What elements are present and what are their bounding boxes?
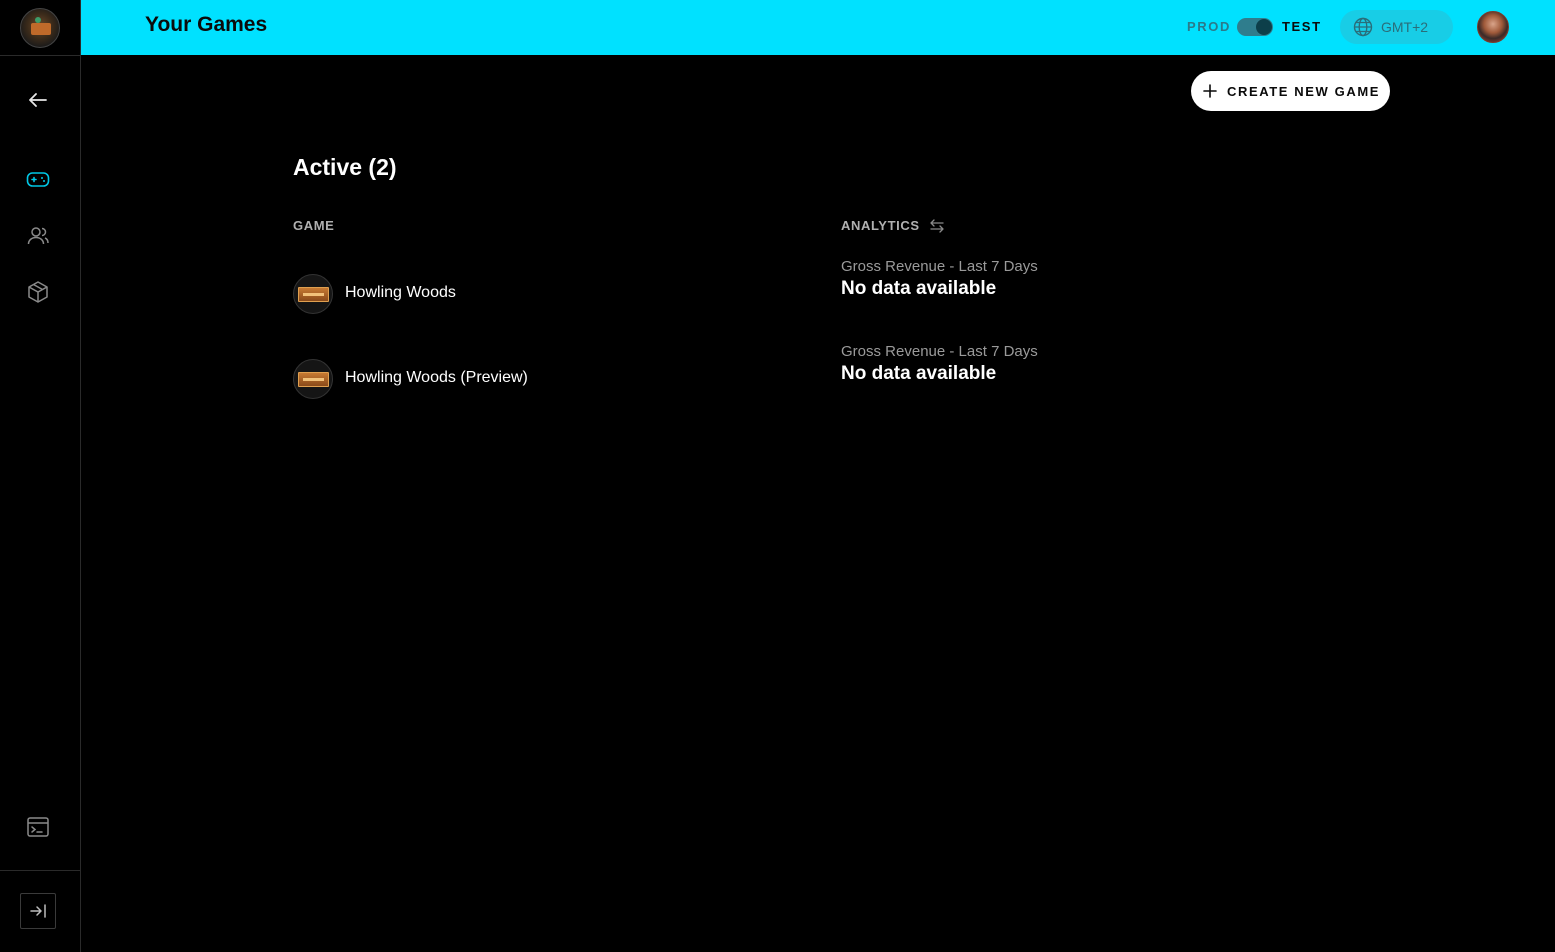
env-test-label[interactable]: TEST bbox=[1282, 19, 1322, 34]
sidebar bbox=[0, 0, 81, 952]
swap-icon[interactable] bbox=[929, 218, 945, 233]
column-header-game: GAME bbox=[293, 218, 335, 233]
metric-label: Gross Revenue - Last 7 Days bbox=[841, 343, 1038, 360]
create-new-game-button[interactable]: CREATE NEW GAME bbox=[1191, 71, 1390, 111]
gamepad-icon bbox=[26, 172, 50, 187]
column-header-analytics-label: ANALYTICS bbox=[841, 218, 920, 233]
terminal-icon bbox=[27, 817, 49, 837]
app-logo[interactable] bbox=[20, 7, 60, 48]
sidebar-logo-area bbox=[0, 0, 80, 56]
game-logo-banner bbox=[298, 287, 329, 302]
expand-sidebar-button[interactable] bbox=[20, 893, 56, 929]
user-avatar[interactable] bbox=[1477, 11, 1509, 43]
top-header: Your Games PROD TEST GMT+2 bbox=[81, 0, 1555, 55]
game-row[interactable]: Howling Woods (Preview) Gross Revenue - … bbox=[293, 343, 1293, 419]
game-name[interactable]: Howling Woods bbox=[345, 284, 456, 302]
sidebar-item-games[interactable] bbox=[24, 166, 52, 194]
arrow-left-icon bbox=[29, 93, 47, 107]
app-root: Your Games PROD TEST GMT+2 CREATE NEW GA… bbox=[0, 0, 1555, 952]
env-prod-label[interactable]: PROD bbox=[1187, 19, 1231, 34]
cube-icon bbox=[28, 281, 48, 303]
sidebar-item-users[interactable] bbox=[24, 222, 52, 250]
metric-label: Gross Revenue - Last 7 Days bbox=[841, 258, 1038, 275]
environment-toggle[interactable] bbox=[1237, 18, 1273, 36]
metric-value: No data available bbox=[841, 363, 997, 384]
game-row[interactable]: Howling Woods Gross Revenue - Last 7 Day… bbox=[293, 258, 1293, 334]
sidebar-item-console[interactable] bbox=[24, 813, 52, 841]
create-new-game-label: CREATE NEW GAME bbox=[1227, 83, 1381, 99]
game-name[interactable]: Howling Woods (Preview) bbox=[345, 369, 528, 387]
game-thumbnail[interactable] bbox=[293, 359, 333, 399]
game-thumbnail[interactable] bbox=[293, 274, 333, 314]
metric-value: No data available bbox=[841, 278, 997, 299]
plus-icon bbox=[1203, 84, 1217, 98]
users-icon bbox=[27, 227, 49, 245]
collapse-right-icon bbox=[30, 904, 46, 918]
sidebar-item-items[interactable] bbox=[24, 278, 52, 306]
timezone-button[interactable]: GMT+2 bbox=[1340, 10, 1453, 44]
globe-icon bbox=[1353, 17, 1373, 37]
column-header-analytics: ANALYTICS bbox=[841, 218, 945, 233]
timezone-label: GMT+2 bbox=[1381, 19, 1429, 35]
page-title: Your Games bbox=[145, 13, 268, 36]
section-title: Active (2) bbox=[293, 154, 397, 180]
toggle-knob bbox=[1256, 19, 1272, 35]
sidebar-footer bbox=[0, 870, 80, 952]
game-logo-banner bbox=[298, 372, 329, 387]
back-button[interactable] bbox=[24, 86, 52, 114]
